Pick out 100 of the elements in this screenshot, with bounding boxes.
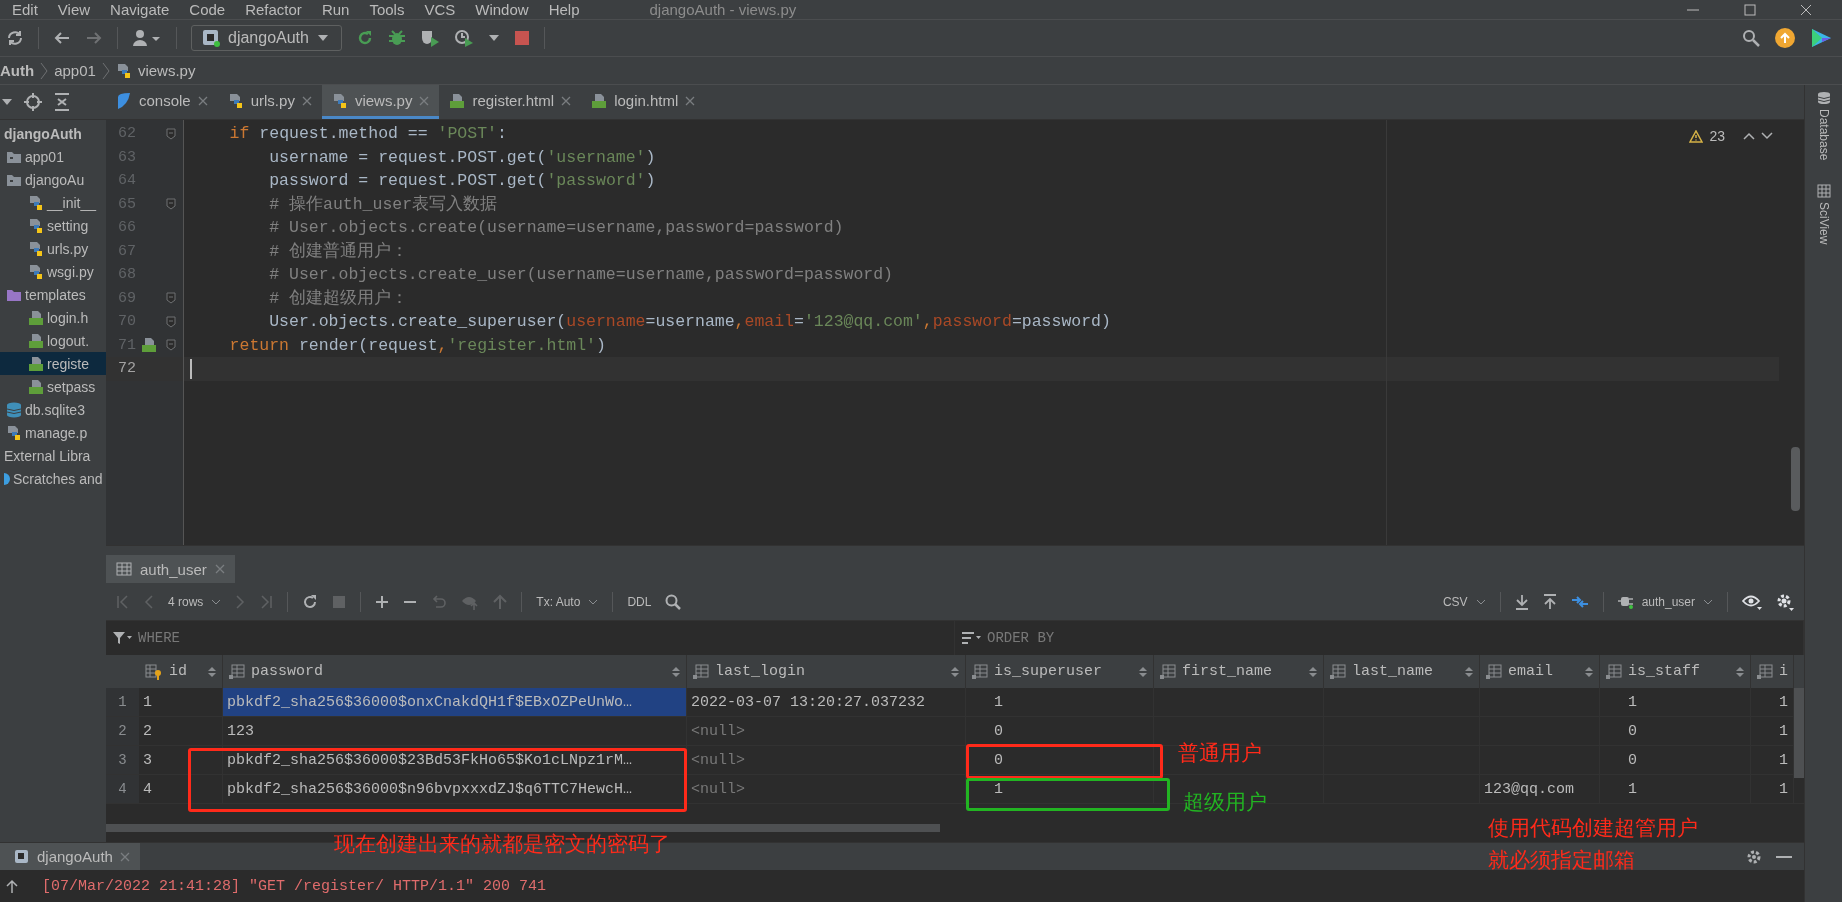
editor-tab[interactable]: login.html (581, 85, 706, 119)
tree-item[interactable]: registe (0, 352, 106, 375)
column-header[interactable]: email (1480, 655, 1600, 688)
shield-play-icon[interactable] (419, 29, 440, 47)
editor-tab[interactable]: urls.py (217, 85, 322, 119)
bug-icon[interactable] (387, 29, 406, 47)
refresh-icon[interactable] (302, 593, 319, 610)
menu-item[interactable]: Code (189, 1, 226, 18)
breadcrumb-item[interactable]: app01 (54, 62, 96, 79)
up-chevron-icon[interactable] (1743, 132, 1755, 140)
maximize-icon[interactable] (1744, 3, 1756, 16)
column-header[interactable]: is_superuser (966, 655, 1154, 688)
close-icon[interactable] (301, 95, 312, 106)
menu-item[interactable]: Edit (12, 1, 38, 18)
breadcrumb-item[interactable]: Auth (0, 62, 35, 79)
run-config-dropdown[interactable]: djangoAuth (191, 25, 342, 51)
forward-arrow-icon[interactable] (85, 30, 103, 46)
menu-item[interactable]: Navigate (110, 1, 170, 18)
menu-item[interactable]: View (57, 1, 91, 18)
menu-item[interactable]: VCS (424, 1, 456, 18)
up-arrow-icon[interactable] (6, 879, 18, 894)
sort-icon[interactable] (1585, 665, 1593, 678)
caret-icon[interactable] (2, 98, 12, 106)
sort-icon[interactable] (1139, 665, 1147, 678)
undo-icon[interactable] (431, 594, 448, 609)
close-icon[interactable] (561, 95, 572, 106)
logo-icon[interactable] (1810, 27, 1832, 49)
rows-dropdown[interactable]: 4 rows (168, 594, 222, 609)
plus-icon[interactable] (375, 594, 390, 609)
column-header[interactable]: is_staff (1600, 655, 1751, 688)
next-icon[interactable] (235, 594, 246, 609)
menu-item[interactable]: Run (321, 1, 350, 18)
collapse-icon[interactable] (54, 93, 70, 111)
menu-item[interactable]: Tools (369, 1, 405, 18)
tree-item[interactable]: app01 (0, 145, 106, 168)
minimize-icon[interactable] (1776, 854, 1792, 859)
column-header[interactable]: last_name (1324, 655, 1480, 688)
fold-marker-icon[interactable] (166, 127, 176, 140)
menu-item[interactable]: Window (475, 1, 529, 18)
tree-item[interactable]: login.h (0, 306, 106, 329)
user-icon[interactable] (132, 29, 162, 47)
editor-tab[interactable]: console (106, 85, 218, 119)
search-icon[interactable] (665, 593, 682, 610)
warning-icon[interactable] (1689, 129, 1704, 143)
sort-icon[interactable] (208, 665, 216, 678)
fold-marker-icon[interactable] (166, 292, 176, 305)
close-icon[interactable] (1800, 3, 1812, 16)
fold-marker-icon[interactable] (166, 339, 176, 352)
tree-item[interactable]: djangoAu (0, 168, 106, 191)
tree-item[interactable]: Scratches and (0, 467, 106, 490)
where-field[interactable]: WHERE (138, 630, 180, 646)
table-tab[interactable]: auth_user (106, 555, 235, 583)
fold-marker-icon[interactable] (166, 315, 176, 328)
tree-item[interactable]: manage.p (0, 421, 106, 444)
search-icon[interactable] (1742, 29, 1760, 47)
ddl-button[interactable]: DDL (627, 594, 652, 609)
tree-item[interactable]: templates (0, 283, 106, 306)
column-header[interactable]: last_login (687, 655, 966, 688)
back-arrow-icon[interactable] (53, 30, 71, 46)
download-icon[interactable] (1514, 593, 1529, 610)
settings-icon[interactable] (1776, 592, 1794, 611)
scrollbar-thumb[interactable] (1791, 447, 1800, 511)
caret-icon[interactable] (487, 34, 500, 42)
tree-item[interactable]: setpass (0, 375, 106, 398)
scrollbar-thumb[interactable] (106, 824, 940, 833)
editor-tab[interactable]: views.py (321, 85, 440, 119)
sync-icon[interactable] (6, 29, 24, 47)
html-file-icon[interactable] (141, 337, 157, 354)
tree-item[interactable]: External Libra (0, 444, 106, 467)
warning-count[interactable]: 23 (1709, 128, 1725, 144)
eye-icon[interactable] (1742, 593, 1762, 610)
first-page-icon[interactable] (116, 594, 130, 609)
tree-item[interactable]: db.sqlite3 (0, 398, 106, 421)
tree-item[interactable]: __init__ (0, 191, 106, 214)
order-by-field[interactable]: ORDER BY (987, 630, 1055, 646)
upload-icon[interactable] (1542, 593, 1557, 610)
down-chevron-icon[interactable] (1761, 132, 1773, 140)
tree-item[interactable]: logout. (0, 329, 106, 352)
transaction-dropdown[interactable]: Tx: Auto (536, 594, 599, 609)
column-header[interactable]: first_name (1154, 655, 1324, 688)
tree-item[interactable]: urls.py (0, 237, 106, 260)
menu-item[interactable]: Refactor (245, 1, 302, 18)
sort-icon[interactable] (951, 665, 959, 678)
previous-icon[interactable] (144, 594, 154, 609)
export-format-dropdown[interactable]: CSV (1442, 594, 1486, 609)
update-icon[interactable] (1774, 27, 1796, 49)
scrollbar-thumb[interactable] (1794, 688, 1804, 778)
run-tab[interactable]: djangoAuth (0, 843, 140, 871)
column-header[interactable]: i (1751, 655, 1794, 688)
close-icon[interactable] (197, 95, 208, 106)
crosshair-icon[interactable] (24, 93, 42, 111)
sort-icon[interactable] (1736, 665, 1744, 678)
data-source-dropdown[interactable]: auth_user (1617, 594, 1713, 609)
tree-item[interactable]: setting (0, 214, 106, 237)
sort-icon[interactable] (672, 665, 680, 678)
editor-tab[interactable]: register.html (439, 85, 582, 119)
sort-icon[interactable] (1309, 665, 1317, 678)
side-tool-tab[interactable]: Database (1816, 91, 1831, 161)
tree-item[interactable]: djangoAuth (0, 122, 106, 145)
fold-marker-icon[interactable] (166, 198, 176, 211)
